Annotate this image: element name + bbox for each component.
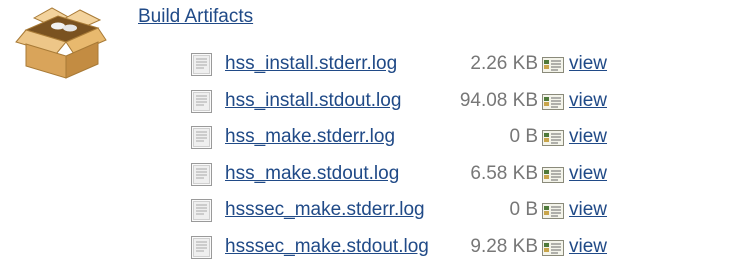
artifact-file-size: 6.58 KB xyxy=(470,161,538,187)
artifact-list: hss_install.stderr.log2.26 KBviewhss_ins… xyxy=(0,46,750,265)
view-doc-icon xyxy=(542,57,564,73)
view-link[interactable]: view xyxy=(569,88,607,114)
text-file-icon xyxy=(191,199,212,222)
view-link[interactable]: view xyxy=(569,234,607,260)
artifact-file-size: 0 B xyxy=(509,124,538,150)
view-link[interactable]: view xyxy=(569,124,607,150)
artifact-file-link[interactable]: hss_install.stdout.log xyxy=(225,88,401,114)
artifact-file-size: 0 B xyxy=(509,197,538,223)
view-link[interactable]: view xyxy=(569,161,607,187)
artifact-row: hss_install.stdout.log 94.08 KB view xyxy=(0,83,750,120)
text-file-icon xyxy=(191,163,212,186)
artifact-row: hss_make.stdout.log 6.58 KB view xyxy=(0,156,750,193)
artifact-file-link[interactable]: hss_make.stdout.log xyxy=(225,161,399,187)
view-link[interactable]: view xyxy=(569,197,607,223)
view-doc-icon xyxy=(542,130,564,146)
artifact-file-size: 9.28 KB xyxy=(470,234,538,260)
artifact-row: hsssec_make.stderr.log 0 B view xyxy=(0,192,750,229)
artifact-file-link[interactable]: hss_install.stderr.log xyxy=(225,51,397,77)
artifact-file-link[interactable]: hss_make.stderr.log xyxy=(225,124,395,150)
artifact-row: hss_make.stderr.log 0 B view xyxy=(0,119,750,156)
artifact-file-link[interactable]: hsssec_make.stdout.log xyxy=(225,234,429,260)
build-artifacts-link[interactable]: Build Artifacts xyxy=(138,4,253,30)
text-file-icon xyxy=(191,126,212,149)
artifact-file-size: 2.26 KB xyxy=(470,51,538,77)
text-file-icon xyxy=(191,236,212,259)
artifact-row: hss_install.stderr.log 2.26 KB view xyxy=(0,46,750,83)
text-file-icon xyxy=(191,53,212,76)
view-link[interactable]: view xyxy=(569,51,607,77)
artifact-row: hsssec_make.stdout.log 9.28 KB view xyxy=(0,229,750,265)
view-doc-icon xyxy=(542,167,564,183)
artifact-file-link[interactable]: hsssec_make.stderr.log xyxy=(225,197,425,223)
view-doc-icon xyxy=(542,203,564,219)
artifact-file-size: 94.08 KB xyxy=(460,88,538,114)
text-file-icon xyxy=(191,90,212,113)
view-doc-icon xyxy=(542,240,564,256)
view-doc-icon xyxy=(542,94,564,110)
